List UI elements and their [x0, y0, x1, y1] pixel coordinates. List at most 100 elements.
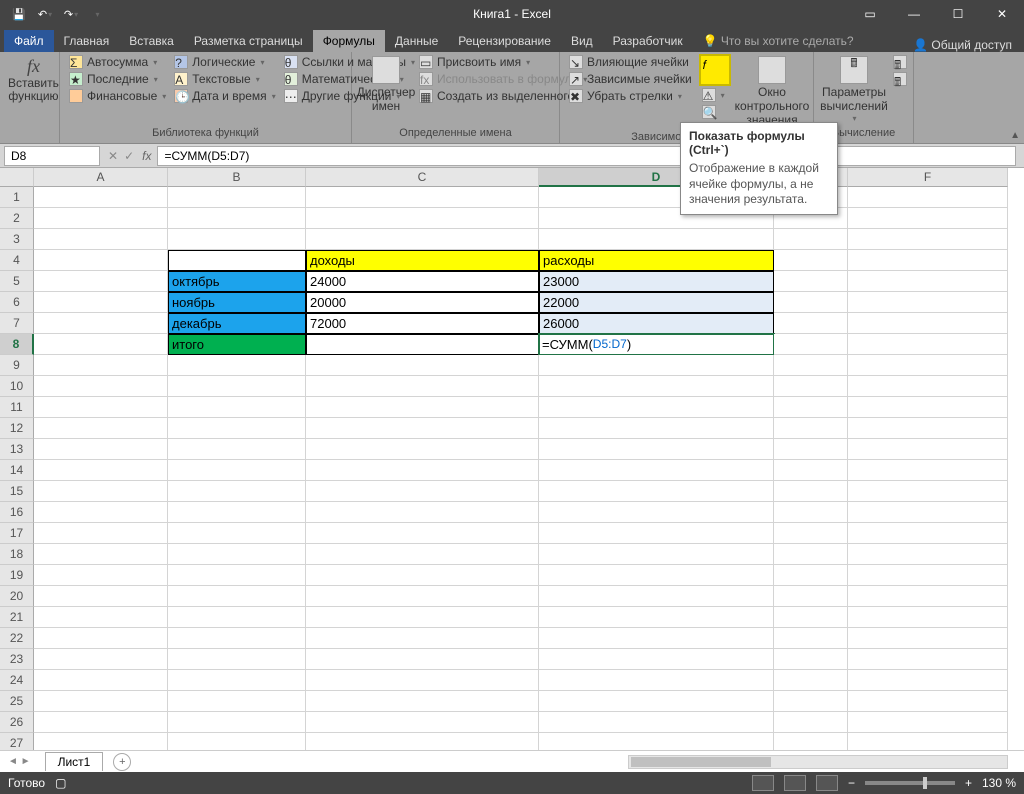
tab-layout[interactable]: Разметка страницы — [184, 30, 313, 52]
qat-more-icon[interactable]: ▾ — [86, 3, 108, 25]
cell-C2[interactable] — [306, 208, 539, 229]
cell-A3[interactable] — [34, 229, 168, 250]
row-header-21[interactable]: 21 — [0, 607, 34, 628]
cell-B26[interactable] — [168, 712, 306, 733]
cell-E12[interactable] — [774, 418, 848, 439]
cell-A17[interactable] — [34, 523, 168, 544]
zoom-out-button[interactable]: − — [848, 776, 855, 790]
cell-A19[interactable] — [34, 565, 168, 586]
col-header-A[interactable]: A — [34, 168, 168, 187]
sheet-tab[interactable]: Лист1 — [45, 752, 104, 771]
cell-A1[interactable] — [34, 187, 168, 208]
cell-A23[interactable] — [34, 649, 168, 670]
cell-E11[interactable] — [774, 397, 848, 418]
cell-A14[interactable] — [34, 460, 168, 481]
page-layout-view-button[interactable] — [784, 775, 806, 791]
row-header-1[interactable]: 1 — [0, 187, 34, 208]
share-button[interactable]: 👤 Общий доступ — [913, 38, 1012, 52]
cell-A18[interactable] — [34, 544, 168, 565]
cell-E18[interactable] — [774, 544, 848, 565]
row-header-5[interactable]: 5 — [0, 271, 34, 292]
tab-view[interactable]: Вид — [561, 30, 603, 52]
autosum-button[interactable]: ΣАвтосумма▾ — [66, 54, 169, 70]
cell-C8[interactable] — [306, 334, 539, 355]
logical-button[interactable]: ?Логические▾ — [171, 54, 278, 70]
cell-B27[interactable] — [168, 733, 306, 750]
cell-C3[interactable] — [306, 229, 539, 250]
name-box[interactable]: D8 — [4, 146, 100, 166]
row-header-10[interactable]: 10 — [0, 376, 34, 397]
cell-A13[interactable] — [34, 439, 168, 460]
minimize-icon[interactable]: — — [892, 0, 936, 28]
cell-A5[interactable] — [34, 271, 168, 292]
row-header-23[interactable]: 23 — [0, 649, 34, 670]
calc-options-button[interactable]: 🖩Параметры вычислений▾ — [820, 54, 888, 125]
cell-E19[interactable] — [774, 565, 848, 586]
col-header-B[interactable]: B — [168, 168, 306, 187]
tab-home[interactable]: Главная — [54, 30, 120, 52]
cell-D6[interactable]: 22000 — [539, 292, 774, 313]
cell-D19[interactable] — [539, 565, 774, 586]
cell-A27[interactable] — [34, 733, 168, 750]
cell-B10[interactable] — [168, 376, 306, 397]
cell-B4[interactable] — [168, 250, 306, 271]
cell-A4[interactable] — [34, 250, 168, 271]
cell-F18[interactable] — [848, 544, 1008, 565]
cell-D18[interactable] — [539, 544, 774, 565]
row-header-2[interactable]: 2 — [0, 208, 34, 229]
cell-C17[interactable] — [306, 523, 539, 544]
row-header-6[interactable]: 6 — [0, 292, 34, 313]
fx-icon[interactable]: fx — [142, 149, 151, 163]
cell-C19[interactable] — [306, 565, 539, 586]
cell-F20[interactable] — [848, 586, 1008, 607]
cell-F6[interactable] — [848, 292, 1008, 313]
cell-E26[interactable] — [774, 712, 848, 733]
cell-C13[interactable] — [306, 439, 539, 460]
cell-F24[interactable] — [848, 670, 1008, 691]
tab-developer[interactable]: Разработчик — [603, 30, 693, 52]
cell-B16[interactable] — [168, 502, 306, 523]
row-header-19[interactable]: 19 — [0, 565, 34, 586]
normal-view-button[interactable] — [752, 775, 774, 791]
cell-A24[interactable] — [34, 670, 168, 691]
cell-A10[interactable] — [34, 376, 168, 397]
cell-B15[interactable] — [168, 481, 306, 502]
cell-A15[interactable] — [34, 481, 168, 502]
cell-C27[interactable] — [306, 733, 539, 750]
zoom-in-button[interactable]: + — [965, 776, 972, 790]
row-header-20[interactable]: 20 — [0, 586, 34, 607]
cell-B17[interactable] — [168, 523, 306, 544]
cell-E15[interactable] — [774, 481, 848, 502]
cell-E6[interactable] — [774, 292, 848, 313]
text-button[interactable]: AТекстовые▾ — [171, 71, 278, 87]
cell-D15[interactable] — [539, 481, 774, 502]
cell-F22[interactable] — [848, 628, 1008, 649]
row-header-13[interactable]: 13 — [0, 439, 34, 460]
datetime-button[interactable]: 🕒Дата и время▾ — [171, 88, 278, 104]
cell-A2[interactable] — [34, 208, 168, 229]
row-header-25[interactable]: 25 — [0, 691, 34, 712]
add-sheet-button[interactable]: + — [113, 753, 131, 771]
cell-A25[interactable] — [34, 691, 168, 712]
cell-E23[interactable] — [774, 649, 848, 670]
cell-F10[interactable] — [848, 376, 1008, 397]
row-header-24[interactable]: 24 — [0, 670, 34, 691]
cell-B22[interactable] — [168, 628, 306, 649]
cell-D25[interactable] — [539, 691, 774, 712]
cell-C26[interactable] — [306, 712, 539, 733]
cell-D12[interactable] — [539, 418, 774, 439]
cell-A22[interactable] — [34, 628, 168, 649]
cell-E5[interactable] — [774, 271, 848, 292]
cell-B23[interactable] — [168, 649, 306, 670]
row-header-8[interactable]: 8 — [0, 334, 34, 355]
formula-input[interactable]: =СУММ(D5:D7) — [157, 146, 1016, 166]
cell-B24[interactable] — [168, 670, 306, 691]
cell-C7[interactable]: 72000 — [306, 313, 539, 334]
cell-B25[interactable] — [168, 691, 306, 712]
row-header-18[interactable]: 18 — [0, 544, 34, 565]
cell-D24[interactable] — [539, 670, 774, 691]
cell-F13[interactable] — [848, 439, 1008, 460]
col-header-C[interactable]: C — [306, 168, 539, 187]
cell-F17[interactable] — [848, 523, 1008, 544]
cell-C10[interactable] — [306, 376, 539, 397]
